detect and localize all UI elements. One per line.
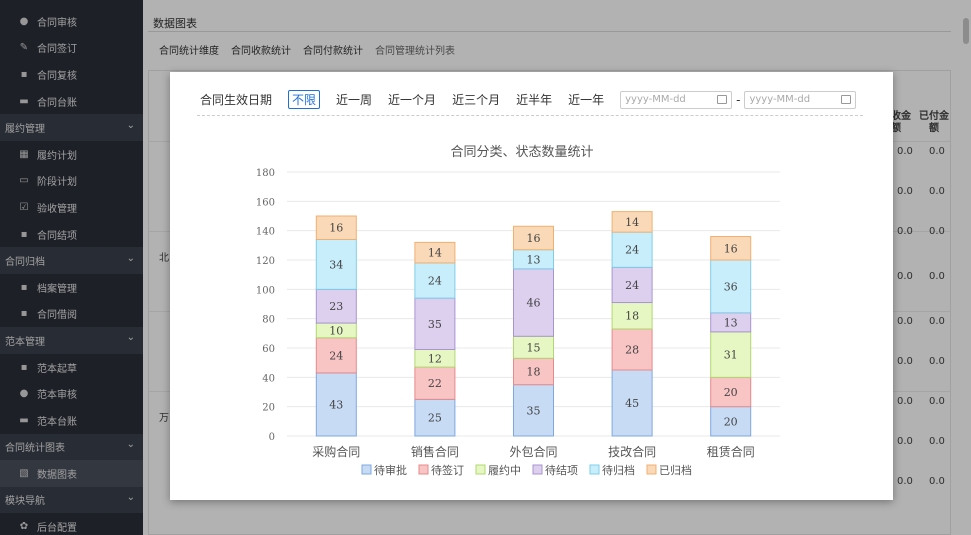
data-label: 31 <box>724 349 738 362</box>
data-label: 16 <box>329 222 343 235</box>
legend-swatch[interactable] <box>589 464 600 475</box>
y-tick-label: 160 <box>256 197 275 208</box>
data-label: 35 <box>428 318 442 331</box>
data-label: 25 <box>428 412 442 425</box>
data-label: 12 <box>428 352 442 365</box>
legend-swatch[interactable] <box>646 464 657 475</box>
legend-label[interactable]: 待结项 <box>545 463 578 477</box>
data-label: 20 <box>724 415 738 428</box>
y-tick-label: 60 <box>262 344 275 355</box>
legend-label[interactable]: 履约中 <box>488 464 521 477</box>
data-label: 18 <box>625 310 639 323</box>
data-label: 36 <box>724 280 738 293</box>
legend-swatch[interactable] <box>418 464 429 475</box>
data-label: 24 <box>428 275 442 288</box>
data-label: 23 <box>329 300 343 313</box>
data-label: 22 <box>428 377 442 390</box>
y-tick-label: 100 <box>256 285 275 296</box>
y-tick-label: 40 <box>262 373 275 384</box>
x-tick-label: 采购合同 <box>312 444 360 459</box>
data-label: 24 <box>329 349 343 362</box>
data-label: 46 <box>527 297 541 310</box>
data-label: 10 <box>329 324 343 337</box>
data-label: 14 <box>428 247 442 260</box>
data-label: 24 <box>625 279 639 292</box>
chart-title: 合同分类、状态数量统计 <box>450 145 593 160</box>
data-label: 45 <box>625 397 639 410</box>
data-label: 28 <box>625 343 639 356</box>
legend-label[interactable]: 已归档 <box>659 463 692 477</box>
x-tick-label: 技改合同 <box>608 444 656 459</box>
legend-label[interactable]: 待归档 <box>602 463 635 477</box>
y-tick-label: 120 <box>256 256 275 267</box>
y-tick-label: 20 <box>262 403 275 414</box>
legend-swatch[interactable] <box>532 464 543 475</box>
data-label: 20 <box>724 386 738 399</box>
y-tick-label: 140 <box>256 227 275 238</box>
data-label: 34 <box>329 258 343 271</box>
data-label: 35 <box>527 404 541 417</box>
data-label: 18 <box>527 365 541 378</box>
legend-label[interactable]: 待签订 <box>431 463 464 477</box>
legend-swatch[interactable] <box>475 464 486 475</box>
x-tick-label: 销售合同 <box>411 444 459 459</box>
y-tick-label: 80 <box>262 315 275 326</box>
data-label: 16 <box>724 242 738 255</box>
data-label: 14 <box>625 216 639 229</box>
data-label: 24 <box>625 244 639 257</box>
stacked-bar-chart: 合同分类、状态数量统计 0 20 40 60 80 100 120 140 160 180 43 24 1… <box>256 145 780 477</box>
data-label: 43 <box>329 398 343 411</box>
x-tick-label: 外包合同 <box>509 444 557 459</box>
data-label: 13 <box>724 316 738 329</box>
chart-modal: 合同生效日期 不限 近一周 近一个月 近三个月 近半年 近一年 yyyy-MM-… <box>170 72 893 500</box>
y-tick-label: 0 <box>269 432 275 443</box>
data-label: 15 <box>527 341 541 354</box>
legend-swatch[interactable] <box>361 464 372 475</box>
legend-label[interactable]: 待审批 <box>374 463 407 477</box>
x-tick-label: 租赁合同 <box>707 444 755 459</box>
data-label: 16 <box>527 232 541 245</box>
y-tick-label: 180 <box>256 168 275 179</box>
data-label: 13 <box>527 253 541 266</box>
